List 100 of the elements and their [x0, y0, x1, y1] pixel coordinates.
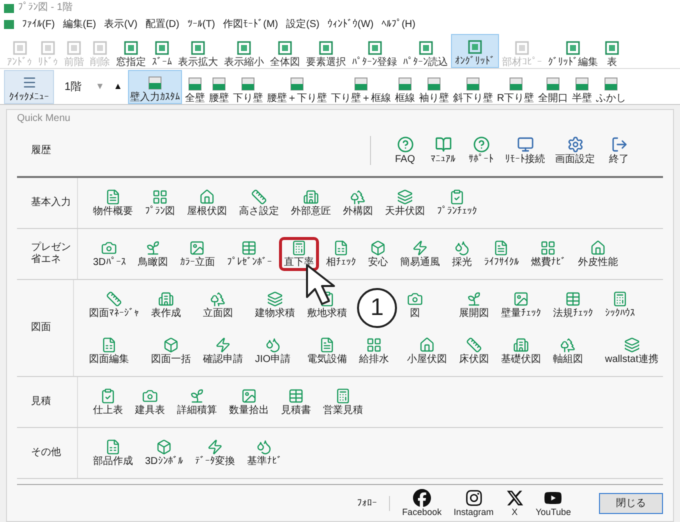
menu-item[interactable]: 設定(S)	[286, 20, 320, 30]
quick-menu-item[interactable]: 鳥瞰図	[132, 237, 173, 271]
menu-item[interactable]: 編集(E)	[62, 20, 96, 30]
menu-item[interactable]: ﾍﾙﾌﾟ(H)	[382, 20, 416, 30]
social-link[interactable]: X	[506, 489, 524, 517]
wall-tool-button[interactable]: ふかし	[595, 70, 628, 104]
quick-menu-item[interactable]: 床伏図	[454, 334, 494, 368]
menu-item[interactable]: 表示(V)	[104, 20, 138, 30]
floor-select[interactable]: 1階	[56, 70, 90, 104]
social-link[interactable]: YouTube	[536, 489, 571, 517]
toolbar-button[interactable]: ﾊﾟﾀｰﾝ読込	[400, 34, 451, 68]
menu-item[interactable]: ｳｨﾝﾄﾞｳ(W)	[327, 20, 374, 30]
quick-menu-item[interactable]: 表作成	[146, 288, 186, 322]
wall-tool-button[interactable]: 斜下り壁	[452, 70, 494, 104]
wall-tool-button[interactable]: 框線	[394, 70, 416, 104]
menu-item[interactable]: ﾌｧｲﾙ(F)	[22, 20, 55, 30]
quick-menu-item[interactable]: 3Dｼﾝﾎﾞﾙ	[140, 436, 188, 470]
quick-menu-item[interactable]: 建具表	[130, 385, 170, 419]
wall-tool-button[interactable]: 下り壁＋框線	[330, 70, 392, 104]
toolbar-button[interactable]: ﾊﾟﾀｰﾝ登録	[349, 34, 400, 68]
quick-menu-item[interactable]: 営業見積	[318, 385, 368, 419]
quick-menu-item[interactable]: 図面一括	[146, 334, 196, 368]
quick-menu-item[interactable]: 基準ﾅﾋﾞ	[242, 436, 287, 470]
help-menu-button[interactable]: ｻﾎﾟｰﾄ	[467, 136, 495, 164]
quick-menu-item[interactable]: 敷地求積	[302, 288, 352, 322]
quick-menu-item[interactable]: 高さ設定	[234, 186, 284, 220]
floor-step-button[interactable]: ▲	[110, 70, 126, 104]
quick-menu-item[interactable]: 法規ﾁｪｯｸ	[548, 288, 598, 322]
quick-menu-item[interactable]: 図面ﾏﾈｰｼﾞｬ	[84, 288, 144, 322]
quick-menu-item[interactable]: 屋根伏図	[182, 186, 232, 220]
quick-menu-item[interactable]: ﾗｲﾌｻｲｸﾙ	[478, 237, 524, 271]
quick-menu-item[interactable]: 採光	[446, 237, 477, 271]
toolbar-button[interactable]: 全体図	[267, 34, 303, 68]
toolbar-button[interactable]: 表示縮小	[221, 34, 267, 68]
wall-tool-button[interactable]: 全開口	[537, 70, 570, 104]
social-link[interactable]: Instagram	[454, 489, 494, 517]
quick-menu-item[interactable]: 仕上表	[88, 385, 128, 419]
quick-menu-item[interactable]: 天井伏図	[380, 186, 430, 220]
quick-menu-item[interactable]: 基礎伏図	[496, 334, 546, 368]
quick-menu-item[interactable]: wallstat連携	[600, 334, 664, 368]
wall-icon	[290, 77, 304, 91]
quick-menu-item[interactable]: 図	[402, 288, 428, 322]
wall-tool-button[interactable]: 腰壁	[208, 70, 230, 104]
help-menu-button[interactable]: ﾘﾓｰﾄ接続	[505, 136, 545, 164]
quick-menu-item[interactable]: 外部意匠	[286, 186, 336, 220]
quick-menu-item[interactable]: 給排水	[354, 334, 394, 368]
quick-menu-item[interactable]: 図面編集	[84, 334, 134, 368]
quick-menu-item[interactable]: ｼｯｸﾊｳｽ	[600, 288, 640, 322]
quick-menu-item[interactable]: ﾌﾟﾗﾝﾁｪｯｸ	[432, 186, 482, 220]
wall-tool-button[interactable]: 半壁	[571, 70, 594, 104]
panel-title: Quick Menu	[17, 114, 72, 124]
quick-menu-item[interactable]: 安心	[362, 237, 393, 271]
quick-menu-item[interactable]: 燃費ﾅﾋﾞ	[526, 237, 571, 271]
quick-menu-item[interactable]: 物件概要	[88, 186, 138, 220]
frame-icon	[604, 41, 620, 55]
quick-menu-item[interactable]: ｶﾗｰ立面	[174, 237, 220, 271]
wall-tool-button[interactable]: 壁入力ｶｽﾀﾑ	[128, 70, 182, 104]
wall-tool-button[interactable]: 下り壁	[232, 70, 264, 104]
quick-menu-item[interactable]: 相ﾁｪｯｸ	[320, 237, 361, 271]
quick-menu-item[interactable]: 外皮性能	[572, 237, 623, 271]
toolbar-button[interactable]: 表	[601, 34, 623, 68]
quick-menu-item[interactable]: 部品作成	[88, 436, 138, 470]
toolbar-button[interactable]: 要素選択	[303, 34, 349, 68]
quick-menu-button[interactable]: ｸｲｯｸﾒﾆｭｰ	[4, 70, 54, 104]
wall-tool-button[interactable]: R下り壁	[496, 70, 536, 104]
quick-menu-item[interactable]: ﾌﾟﾗﾝ図	[140, 186, 180, 220]
close-button[interactable]: 閉じる	[599, 492, 663, 514]
quick-menu-item[interactable]: 展開図	[454, 288, 494, 322]
quick-menu-item[interactable]: 見積書	[276, 385, 316, 419]
quick-menu-item[interactable]: 数量拾出	[224, 385, 274, 419]
quick-menu-item[interactable]: 簡易通風	[394, 237, 445, 271]
quick-menu-item[interactable]: JIO申請	[250, 334, 296, 368]
toolbar-button[interactable]: ｸﾞﾘｯﾄﾞ編集	[545, 34, 601, 68]
menu-item[interactable]: 作図ﾓｰﾄﾞ(M)	[223, 20, 278, 30]
quick-menu-item[interactable]: 外構図	[338, 186, 378, 220]
social-link[interactable]: Facebook	[402, 489, 442, 517]
help-menu-button[interactable]: 画面設定	[555, 136, 595, 164]
help-menu-button[interactable]: FAQ	[391, 136, 419, 164]
help-menu-button[interactable]: 終了	[605, 136, 633, 164]
quick-menu-item[interactable]: 立面図	[198, 288, 238, 322]
quick-menu-item[interactable]: 小屋伏図	[402, 334, 452, 368]
wall-tool-button[interactable]: 腰壁＋下り壁	[266, 70, 328, 104]
toolbar-button[interactable]: ｽﾞｰﾑ	[149, 34, 175, 68]
wall-tool-button[interactable]: 袖り壁	[418, 70, 450, 104]
toolbar-button[interactable]: 窓指定	[113, 34, 149, 68]
quick-menu-item[interactable]: 建物求積	[250, 288, 300, 322]
toolbar-button[interactable]: 表示拡大	[175, 34, 221, 68]
wall-tool-button[interactable]: 全壁	[184, 70, 206, 104]
quick-menu-item[interactable]: 電気設備	[302, 334, 352, 368]
menu-item[interactable]: ﾂｰﾙ(T)	[187, 20, 216, 30]
quick-menu-item[interactable]: 壁量ﾁｪｯｸ	[496, 288, 546, 322]
toolbar-button[interactable]: ｵﾝｸﾞﾘｯﾄﾞ	[451, 34, 499, 68]
quick-menu-item[interactable]: 3Dﾊﾟｰｽ	[88, 237, 131, 271]
quick-menu-item[interactable]: ﾃﾞｰﾀ変換	[190, 436, 240, 470]
help-menu-button[interactable]: ﾏﾆｭｱﾙ	[429, 136, 457, 164]
quick-menu-item[interactable]: 確認申請	[198, 334, 248, 368]
quick-menu-item[interactable]: ﾌﾟﾚｾﾞﾝﾎﾞｰ	[222, 237, 277, 271]
menu-item[interactable]: 配置(D)	[145, 20, 180, 30]
quick-menu-item[interactable]: 軸組図	[548, 334, 588, 368]
quick-menu-item[interactable]: 詳細積算	[172, 385, 222, 419]
